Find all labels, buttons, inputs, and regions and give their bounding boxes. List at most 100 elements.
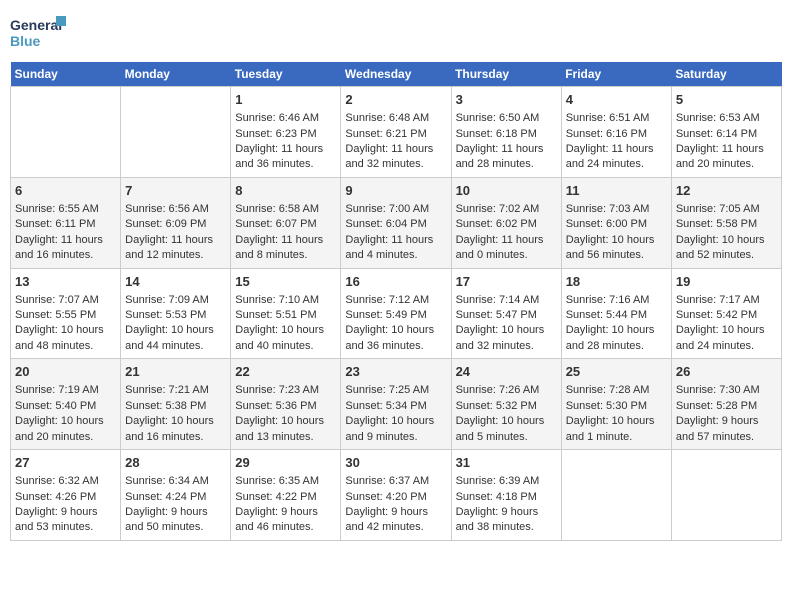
day-number: 27: [15, 454, 116, 472]
daylight-text: Daylight: 11 hours and 24 minutes.: [566, 142, 667, 173]
sunset-text: Sunset: 5:42 PM: [676, 308, 777, 323]
calendar-body: 1Sunrise: 6:46 AMSunset: 6:23 PMDaylight…: [11, 87, 782, 541]
daylight-text: Daylight: 10 hours and 16 minutes.: [125, 414, 226, 445]
sunrise-text: Sunrise: 7:21 AM: [125, 383, 226, 398]
sunset-text: Sunset: 6:21 PM: [345, 127, 446, 142]
sunrise-text: Sunrise: 6:46 AM: [235, 111, 336, 126]
calendar-cell: 18Sunrise: 7:16 AMSunset: 5:44 PMDayligh…: [561, 268, 671, 359]
day-number: 14: [125, 273, 226, 291]
sunset-text: Sunset: 6:00 PM: [566, 217, 667, 232]
sunset-text: Sunset: 6:14 PM: [676, 127, 777, 142]
daylight-text: Daylight: 10 hours and 32 minutes.: [456, 323, 557, 354]
sunset-text: Sunset: 5:34 PM: [345, 399, 446, 414]
calendar-cell: 3Sunrise: 6:50 AMSunset: 6:18 PMDaylight…: [451, 87, 561, 178]
day-number: 13: [15, 273, 116, 291]
day-number: 8: [235, 182, 336, 200]
calendar-cell: 11 Sunrise: 7:03 AMSunset: 6:00 PMDayligh…: [561, 177, 671, 268]
daylight-text: Daylight: 11 hours and 4 minutes.: [345, 233, 446, 264]
calendar-cell: 13Sunrise: 7:07 AMSunset: 5:55 PMDayligh…: [11, 268, 121, 359]
calendar-cell: [121, 87, 231, 178]
day-number: 29: [235, 454, 336, 472]
sunrise-text: Sunrise: 7:07 AM: [15, 293, 116, 308]
daylight-text: Daylight: 9 hours and 53 minutes.: [15, 505, 116, 536]
calendar-cell: 9Sunrise: 7:00 AMSunset: 6:04 PMDaylight…: [341, 177, 451, 268]
sunset-text: Sunset: 5:36 PM: [235, 399, 336, 414]
sunset-text: Sunset: 5:53 PM: [125, 308, 226, 323]
daylight-text: Daylight: 10 hours and 5 minutes.: [456, 414, 557, 445]
calendar-cell: 21Sunrise: 7:21 AMSunset: 5:38 PMDayligh…: [121, 359, 231, 450]
sunset-text: Sunset: 6:16 PM: [566, 127, 667, 142]
sunset-text: Sunset: 4:20 PM: [345, 490, 446, 505]
sunrise-text: Sunrise: 6:48 AM: [345, 111, 446, 126]
calendar-cell: 6Sunrise: 6:55 AMSunset: 6:11 PMDaylight…: [11, 177, 121, 268]
calendar-cell: 8Sunrise: 6:58 AMSunset: 6:07 PMDaylight…: [231, 177, 341, 268]
day-header-sunday: Sunday: [11, 62, 121, 87]
calendar-cell: 1Sunrise: 6:46 AMSunset: 6:23 PMDaylight…: [231, 87, 341, 178]
daylight-text: Daylight: 10 hours and 36 minutes.: [345, 323, 446, 354]
daylight-text: Daylight: 9 hours and 38 minutes.: [456, 505, 557, 536]
svg-text:Blue: Blue: [10, 33, 41, 49]
sunset-text: Sunset: 5:40 PM: [15, 399, 116, 414]
sunrise-text: Sunrise: 7:03 AM: [566, 202, 667, 217]
daylight-text: Daylight: 10 hours and 1 minute.: [566, 414, 667, 445]
day-number: 11: [566, 182, 667, 200]
day-header-monday: Monday: [121, 62, 231, 87]
daylight-text: Daylight: 11 hours and 0 minutes.: [456, 233, 557, 264]
calendar-cell: 7Sunrise: 6:56 AMSunset: 6:09 PMDaylight…: [121, 177, 231, 268]
day-number: 28: [125, 454, 226, 472]
daylight-text: Daylight: 10 hours and 52 minutes.: [676, 233, 777, 264]
sunset-text: Sunset: 6:18 PM: [456, 127, 557, 142]
sunrise-text: Sunrise: 7:17 AM: [676, 293, 777, 308]
daylight-text: Daylight: 11 hours and 16 minutes.: [15, 233, 116, 264]
day-number: 4: [566, 91, 667, 109]
sunrise-text: Sunrise: 7:12 AM: [345, 293, 446, 308]
sunset-text: Sunset: 5:32 PM: [456, 399, 557, 414]
sunset-text: Sunset: 5:28 PM: [676, 399, 777, 414]
calendar-cell: 23Sunrise: 7:25 AMSunset: 5:34 PMDayligh…: [341, 359, 451, 450]
week-row-1: 1Sunrise: 6:46 AMSunset: 6:23 PMDaylight…: [11, 87, 782, 178]
daylight-text: Daylight: 9 hours and 57 minutes.: [676, 414, 777, 445]
calendar-cell: 14 Sunrise: 7:09 AMSunset: 5:53 PMDayligh…: [121, 268, 231, 359]
sunrise-text: Sunrise: 7:09 AM: [125, 293, 226, 308]
week-row-5: 27Sunrise: 6:32 AMSunset: 4:26 PMDayligh…: [11, 450, 782, 541]
day-number: 21: [125, 363, 226, 381]
sunrise-text: Sunrise: 7:25 AM: [345, 383, 446, 398]
calendar-cell: 10Sunrise: 7:02 AMSunset: 6:02 PMDayligh…: [451, 177, 561, 268]
sunrise-text: Sunrise: 6:55 AM: [15, 202, 116, 217]
calendar-cell: [11, 87, 121, 178]
sunrise-text: Sunrise: 6:58 AM: [235, 202, 336, 217]
daylight-text: Daylight: 10 hours and 56 minutes.: [566, 233, 667, 264]
day-number: 15: [235, 273, 336, 291]
daylight-text: Daylight: 10 hours and 28 minutes.: [566, 323, 667, 354]
day-number: 25: [566, 363, 667, 381]
sunset-text: Sunset: 6:04 PM: [345, 217, 446, 232]
daylight-text: Daylight: 10 hours and 48 minutes.: [15, 323, 116, 354]
page-header: GeneralBlue: [10, 10, 782, 54]
calendar-cell: 16Sunrise: 7:12 AMSunset: 5:49 PMDayligh…: [341, 268, 451, 359]
daylight-text: Daylight: 10 hours and 20 minutes.: [15, 414, 116, 445]
sunrise-text: Sunrise: 7:26 AM: [456, 383, 557, 398]
day-number: 7: [125, 182, 226, 200]
calendar-cell: 19Sunrise: 7:17 AMSunset: 5:42 PMDayligh…: [671, 268, 781, 359]
sunrise-text: Sunrise: 7:28 AM: [566, 383, 667, 398]
calendar-cell: 20Sunrise: 7:19 AMSunset: 5:40 PMDayligh…: [11, 359, 121, 450]
daylight-text: Daylight: 10 hours and 44 minutes.: [125, 323, 226, 354]
daylight-text: Daylight: 10 hours and 9 minutes.: [345, 414, 446, 445]
sunrise-text: Sunrise: 6:39 AM: [456, 474, 557, 489]
sunset-text: Sunset: 5:51 PM: [235, 308, 336, 323]
sunset-text: Sunset: 5:30 PM: [566, 399, 667, 414]
logo: GeneralBlue: [10, 14, 70, 54]
calendar-cell: 17Sunrise: 7:14 AMSunset: 5:47 PMDayligh…: [451, 268, 561, 359]
sunrise-text: Sunrise: 6:50 AM: [456, 111, 557, 126]
daylight-text: Daylight: 10 hours and 13 minutes.: [235, 414, 336, 445]
day-header-friday: Friday: [561, 62, 671, 87]
day-number: 22: [235, 363, 336, 381]
daylight-text: Daylight: 11 hours and 20 minutes.: [676, 142, 777, 173]
daylight-text: Daylight: 11 hours and 28 minutes.: [456, 142, 557, 173]
calendar-cell: 15Sunrise: 7:10 AMSunset: 5:51 PMDayligh…: [231, 268, 341, 359]
day-number: 30: [345, 454, 446, 472]
day-number: 5: [676, 91, 777, 109]
sunrise-text: Sunrise: 6:37 AM: [345, 474, 446, 489]
week-row-3: 13Sunrise: 7:07 AMSunset: 5:55 PMDayligh…: [11, 268, 782, 359]
week-row-2: 6Sunrise: 6:55 AMSunset: 6:11 PMDaylight…: [11, 177, 782, 268]
